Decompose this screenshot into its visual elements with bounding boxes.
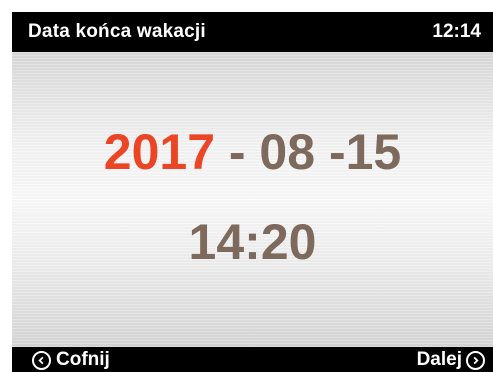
clock: 12:14 [432,21,481,42]
chevron-right-circle-icon [466,350,485,370]
bottom-bar: Cofnij Dalej [12,347,493,372]
device-screen: Data końca wakacji 12:14 2017 - 08 -15 1… [12,12,493,372]
next-label: Dalej [416,349,462,370]
year-field[interactable]: 2017 [104,124,215,180]
month-day-fields[interactable]: - 08 -15 [215,124,401,180]
date-display: 2017 - 08 -15 [12,124,493,180]
back-label: Cofnij [56,349,110,370]
date-editor: 2017 - 08 -15 14:20 [12,52,493,347]
back-button[interactable]: Cofnij [32,348,110,372]
title-bar: Data końca wakacji 12:14 [12,12,493,52]
time-field[interactable]: 14:20 [12,214,493,270]
chevron-left-circle-icon [32,350,51,370]
screen-title: Data końca wakacji [28,21,206,42]
next-button[interactable]: Dalej [417,348,485,372]
